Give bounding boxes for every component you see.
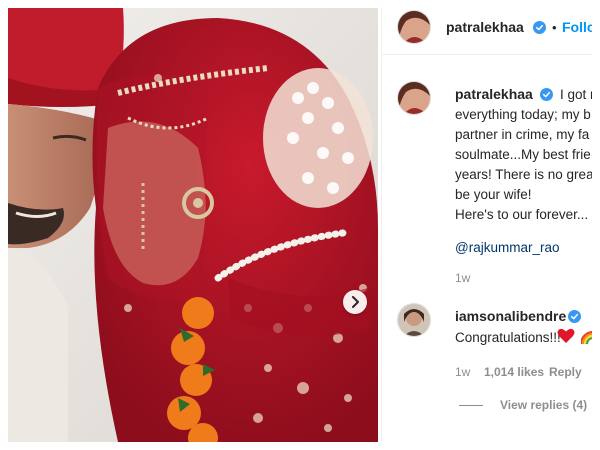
avatar-image (398, 304, 430, 336)
caption-line: everything today; my b (455, 107, 591, 122)
caption-line: Here's to our forever... (455, 207, 589, 222)
instagram-post: patralekhaa • Follow patralekhaa I got m… (8, 8, 592, 442)
next-photo-button[interactable] (343, 290, 367, 314)
follow-button[interactable]: Follow (562, 19, 592, 35)
caption-username[interactable]: patralekhaa (455, 86, 533, 102)
comment-username[interactable]: iamsonalibendre (455, 308, 566, 324)
comment-avatar[interactable] (398, 304, 430, 336)
post-header: patralekhaa • Follow (382, 8, 592, 55)
verified-badge-icon (540, 88, 553, 101)
verified-badge-icon (533, 21, 546, 34)
header-separator: • (552, 20, 557, 35)
comment-text: Congratulations!!! (455, 330, 561, 345)
caption-line: soulmate...My best frie (455, 147, 591, 162)
avatar-image (398, 82, 430, 114)
chevron-right-icon (352, 296, 359, 308)
caption-line: years! There is no great (455, 167, 592, 182)
rainbow-emoji (581, 331, 592, 344)
post-side-panel: patralekhaa • Follow patralekhaa I got m… (381, 8, 592, 442)
caption-avatar[interactable] (398, 82, 430, 114)
mention-link[interactable]: @rajkummar_rao (455, 240, 559, 255)
heart-emoji (557, 328, 575, 343)
avatar-image (398, 11, 430, 43)
comment-likes[interactable]: 1,014 likes (484, 365, 544, 379)
post-photo[interactable] (8, 8, 378, 442)
view-replies-button[interactable]: View replies (4) (500, 398, 587, 412)
verified-badge-icon (568, 310, 581, 323)
comment-time[interactable]: 1w (455, 365, 470, 379)
header-username[interactable]: patralekhaa (446, 19, 524, 35)
reply-button[interactable]: Reply (549, 365, 582, 379)
replies-divider (459, 405, 483, 406)
caption-line: I got ma (560, 87, 592, 102)
caption-time[interactable]: 1w (455, 271, 470, 285)
caption-line: be your wife! (455, 187, 532, 202)
profile-avatar[interactable] (398, 11, 430, 43)
wedding-photo (8, 8, 378, 442)
caption-line: partner in crime, my fa (455, 127, 590, 142)
